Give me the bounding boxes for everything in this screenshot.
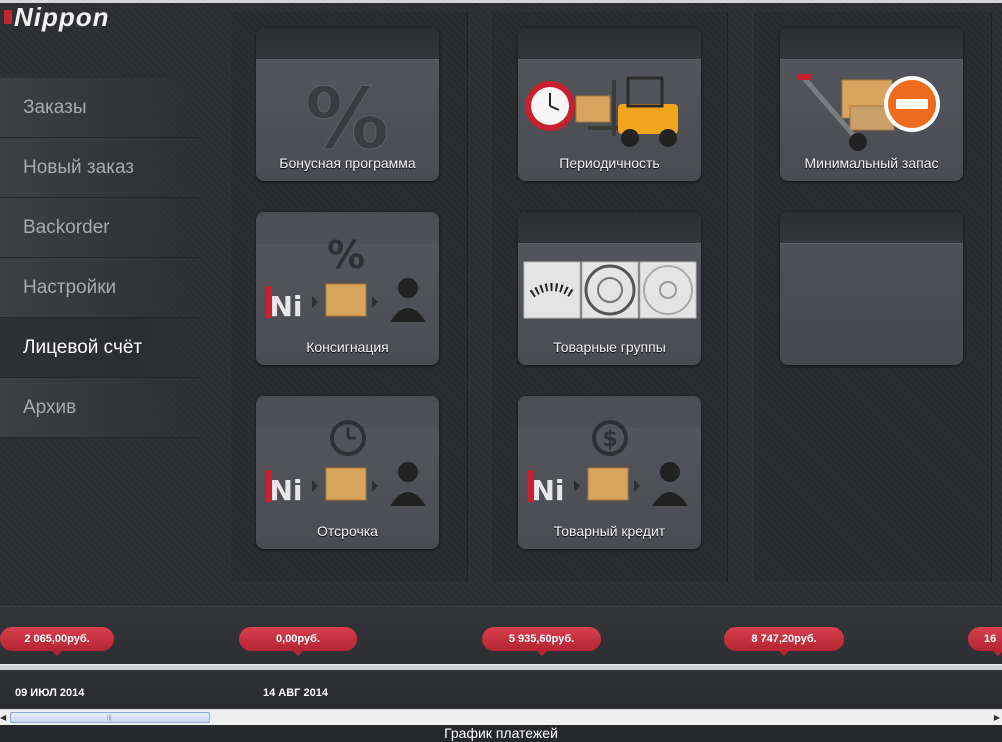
timeline-bar <box>0 664 1002 670</box>
tile-bonus-program[interactable]: % Бонусная программа <box>256 28 439 181</box>
sidebar-item-orders[interactable]: Заказы <box>0 78 200 138</box>
svg-text:%: % <box>327 233 365 277</box>
timeline-scrollbar[interactable]: ◀ ||| ▶ <box>0 709 1002 725</box>
svg-text:Ni: Ni <box>531 474 564 507</box>
timeline-date: 14 АВГ 2014 <box>263 687 328 699</box>
sidebar-item-archive[interactable]: Архив <box>0 378 200 438</box>
tile-product-groups[interactable]: Товарные группы <box>518 212 701 365</box>
dollar-flow-icon: $ Ni <box>518 414 701 514</box>
clock-flow-icon: Ni <box>256 414 439 514</box>
tile-cap <box>780 212 963 244</box>
payment-amount-marker[interactable]: 2 065,00руб. <box>0 627 114 656</box>
tile-label: Товарный кредит <box>553 523 666 539</box>
tile-deferral[interactable]: Ni Отсрочка <box>256 396 439 549</box>
tile-cap <box>780 28 963 60</box>
forklift-clock-icon <box>518 66 701 166</box>
svg-text:%: % <box>305 70 389 166</box>
sidebar-item-account[interactable]: Лицевой счёт <box>0 318 200 378</box>
top-strip <box>0 0 1002 3</box>
payment-amount-marker[interactable]: 0,00руб. <box>239 627 357 656</box>
tile-cap <box>518 28 701 60</box>
svg-text:$: $ <box>602 427 617 452</box>
percent-icon: % <box>256 66 439 169</box>
sidebar-item-new-order[interactable]: Новый заказ <box>0 138 200 198</box>
sidebar-item-settings[interactable]: Настройки <box>0 258 200 318</box>
tile-label: Отсрочка <box>317 523 378 539</box>
scrollbar-thumb[interactable]: ||| <box>10 712 210 723</box>
tile-label: Товарные группы <box>553 339 666 355</box>
tile-label: Бонусная программа <box>279 155 416 171</box>
trolley-minus-icon <box>780 66 963 166</box>
tile-consignment[interactable]: % Ni Консигнация <box>256 212 439 365</box>
payment-amount-marker[interactable]: 8 747,20руб. <box>724 627 844 656</box>
payment-amount-marker[interactable]: 16 <box>968 627 1002 656</box>
sidebar: Заказы Новый заказ Backorder Настройки Л… <box>0 78 200 438</box>
tile-minimum-stock[interactable]: Минимальный запас <box>780 28 963 181</box>
scroll-left-arrow-icon[interactable]: ◀ <box>0 713 6 722</box>
payment-timeline: 2 065,00руб. 0,00руб. 5 935,60руб. 8 747… <box>0 606 1002 708</box>
consignment-flow-icon: % Ni <box>256 230 439 330</box>
sidebar-item-backorder[interactable]: Backorder <box>0 198 200 258</box>
payment-schedule-title: График платежей <box>0 725 1002 742</box>
tile-cap <box>518 212 701 244</box>
timeline-date: 09 ИЮЛ 2014 <box>15 687 85 699</box>
svg-text:Ni: Ni <box>269 474 302 507</box>
tile-periodicity[interactable]: Периодичность <box>518 28 701 181</box>
tile-label: Периодичность <box>559 155 660 171</box>
grip-icon: ||| <box>107 715 112 721</box>
payment-amount-marker[interactable]: 5 935,60руб. <box>482 627 601 656</box>
svg-text:Ni: Ni <box>269 290 302 323</box>
tile-label: Минимальный запас <box>804 155 939 171</box>
tile-empty <box>780 212 963 365</box>
scroll-right-arrow-icon[interactable]: ▶ <box>994 713 1000 722</box>
tile-cap <box>256 28 439 60</box>
tile-label: Консигнация <box>306 339 389 355</box>
tile-product-credit[interactable]: $ Ni Товарный кредит <box>518 396 701 549</box>
nippon-logo: Nippon <box>4 2 110 33</box>
